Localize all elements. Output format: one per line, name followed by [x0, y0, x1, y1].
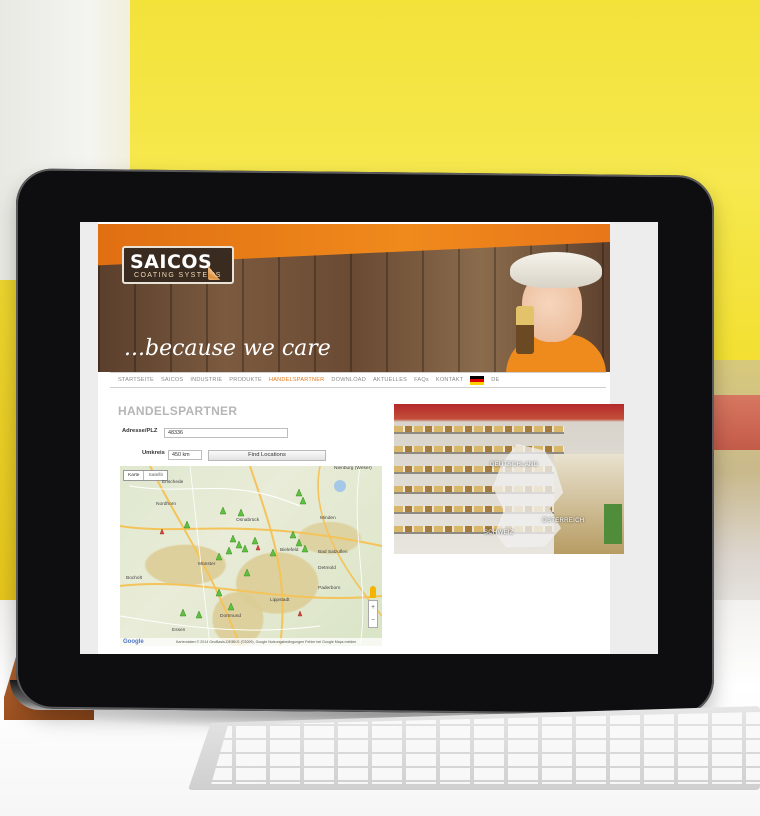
find-locations-button[interactable]: Find Locations	[208, 450, 326, 461]
display-green-panel	[604, 504, 622, 544]
map-attribution: Kartendaten © 2014 GeoBasis-DE/BKG (©200…	[120, 638, 382, 646]
radius-label: Umkreis	[142, 450, 165, 456]
map-city-label: Paderborn	[318, 586, 341, 591]
map-roads	[120, 466, 382, 646]
map-city-label: Detmold	[318, 566, 336, 571]
country-label-schweiz[interactable]: SCHWEIZ	[484, 530, 514, 536]
locations-map[interactable]: Karte Satellit Enschede Nordhorn Münster…	[120, 466, 382, 646]
zoom-out-button[interactable]: −	[369, 614, 377, 627]
street-view-pegman-icon[interactable]	[370, 586, 376, 598]
tablet-screen: SAICOS COATING SYSTEMS ...because we car…	[80, 222, 658, 654]
nav-item-download[interactable]: DOWNLOAD	[331, 377, 366, 383]
map-city-label: Lippstadt	[270, 598, 290, 603]
map-tab-satellit[interactable]: Satellit	[143, 471, 166, 480]
map-city-label: Dortmund	[220, 614, 242, 619]
logo-name: SAICOS	[130, 251, 213, 273]
map-city-label: Münster	[198, 562, 216, 567]
nav-item-kontakt[interactable]: KONTAKT	[436, 377, 463, 383]
hero-photo-child	[496, 242, 610, 372]
map-city-label: Nordhorn	[156, 502, 176, 507]
saicos-logo[interactable]: SAICOS COATING SYSTEMS	[122, 246, 234, 284]
page-title: HANDELSPARTNER	[118, 404, 238, 418]
map-city-label: Minden	[320, 516, 336, 521]
map-city-label: Nienburg (Weser)	[334, 466, 372, 471]
map-city-label: Osnabrück	[236, 518, 260, 523]
nav-item-faqs[interactable]: FAQs	[414, 377, 429, 383]
language-label[interactable]: DE	[491, 377, 499, 383]
hero-slogan: ...because we care	[124, 336, 331, 361]
radius-select[interactable]: 450 km	[168, 450, 202, 460]
shelf-row	[394, 426, 564, 434]
nav-item-aktuelles[interactable]: AKTUELLES	[373, 377, 407, 383]
website: SAICOS COATING SYSTEMS ...because we car…	[98, 222, 624, 654]
address-label: Adresse/PLZ	[122, 428, 158, 434]
hero-banner: SAICOS COATING SYSTEMS ...because we car…	[98, 224, 610, 372]
child-cap	[510, 252, 602, 288]
paint-brush	[516, 306, 534, 354]
map-city-label: Bad Salzuflen	[318, 550, 348, 555]
map-tab-karte[interactable]: Karte	[124, 471, 143, 480]
map-city-label: Essen	[172, 628, 186, 633]
nav-item-saicos[interactable]: SAICOS	[161, 377, 183, 383]
address-input[interactable]: 48336	[164, 428, 288, 438]
shop-photo: DEUTSCHLAND SCHWEIZ ÖSTERREICH	[394, 404, 624, 554]
map-city-label: Enschede	[162, 480, 184, 485]
nav-item-industrie[interactable]: INDUSTRIE	[190, 377, 222, 383]
nav-item-produkte[interactable]: PRODUKTE	[229, 377, 262, 383]
map-city-label: Bielefeld	[280, 548, 299, 553]
nav-item-handelspartner[interactable]: HANDELSPARTNER	[269, 377, 324, 383]
nav-item-startseite[interactable]: STARTSEITE	[118, 377, 154, 383]
country-label-deutschland[interactable]: DEUTSCHLAND	[490, 462, 538, 468]
logo-brush-icon	[208, 252, 232, 280]
zoom-in-button[interactable]: +	[369, 601, 377, 614]
german-flag-icon[interactable]	[470, 375, 485, 385]
google-logo: Google	[123, 639, 144, 645]
map-zoom-control: + −	[368, 600, 378, 628]
map-city-label: Bocholt	[126, 576, 142, 581]
main-nav: STARTSEITE SAICOS INDUSTRIE PRODUKTE HAN…	[110, 372, 606, 388]
country-label-oesterreich[interactable]: ÖSTERREICH	[542, 518, 584, 524]
